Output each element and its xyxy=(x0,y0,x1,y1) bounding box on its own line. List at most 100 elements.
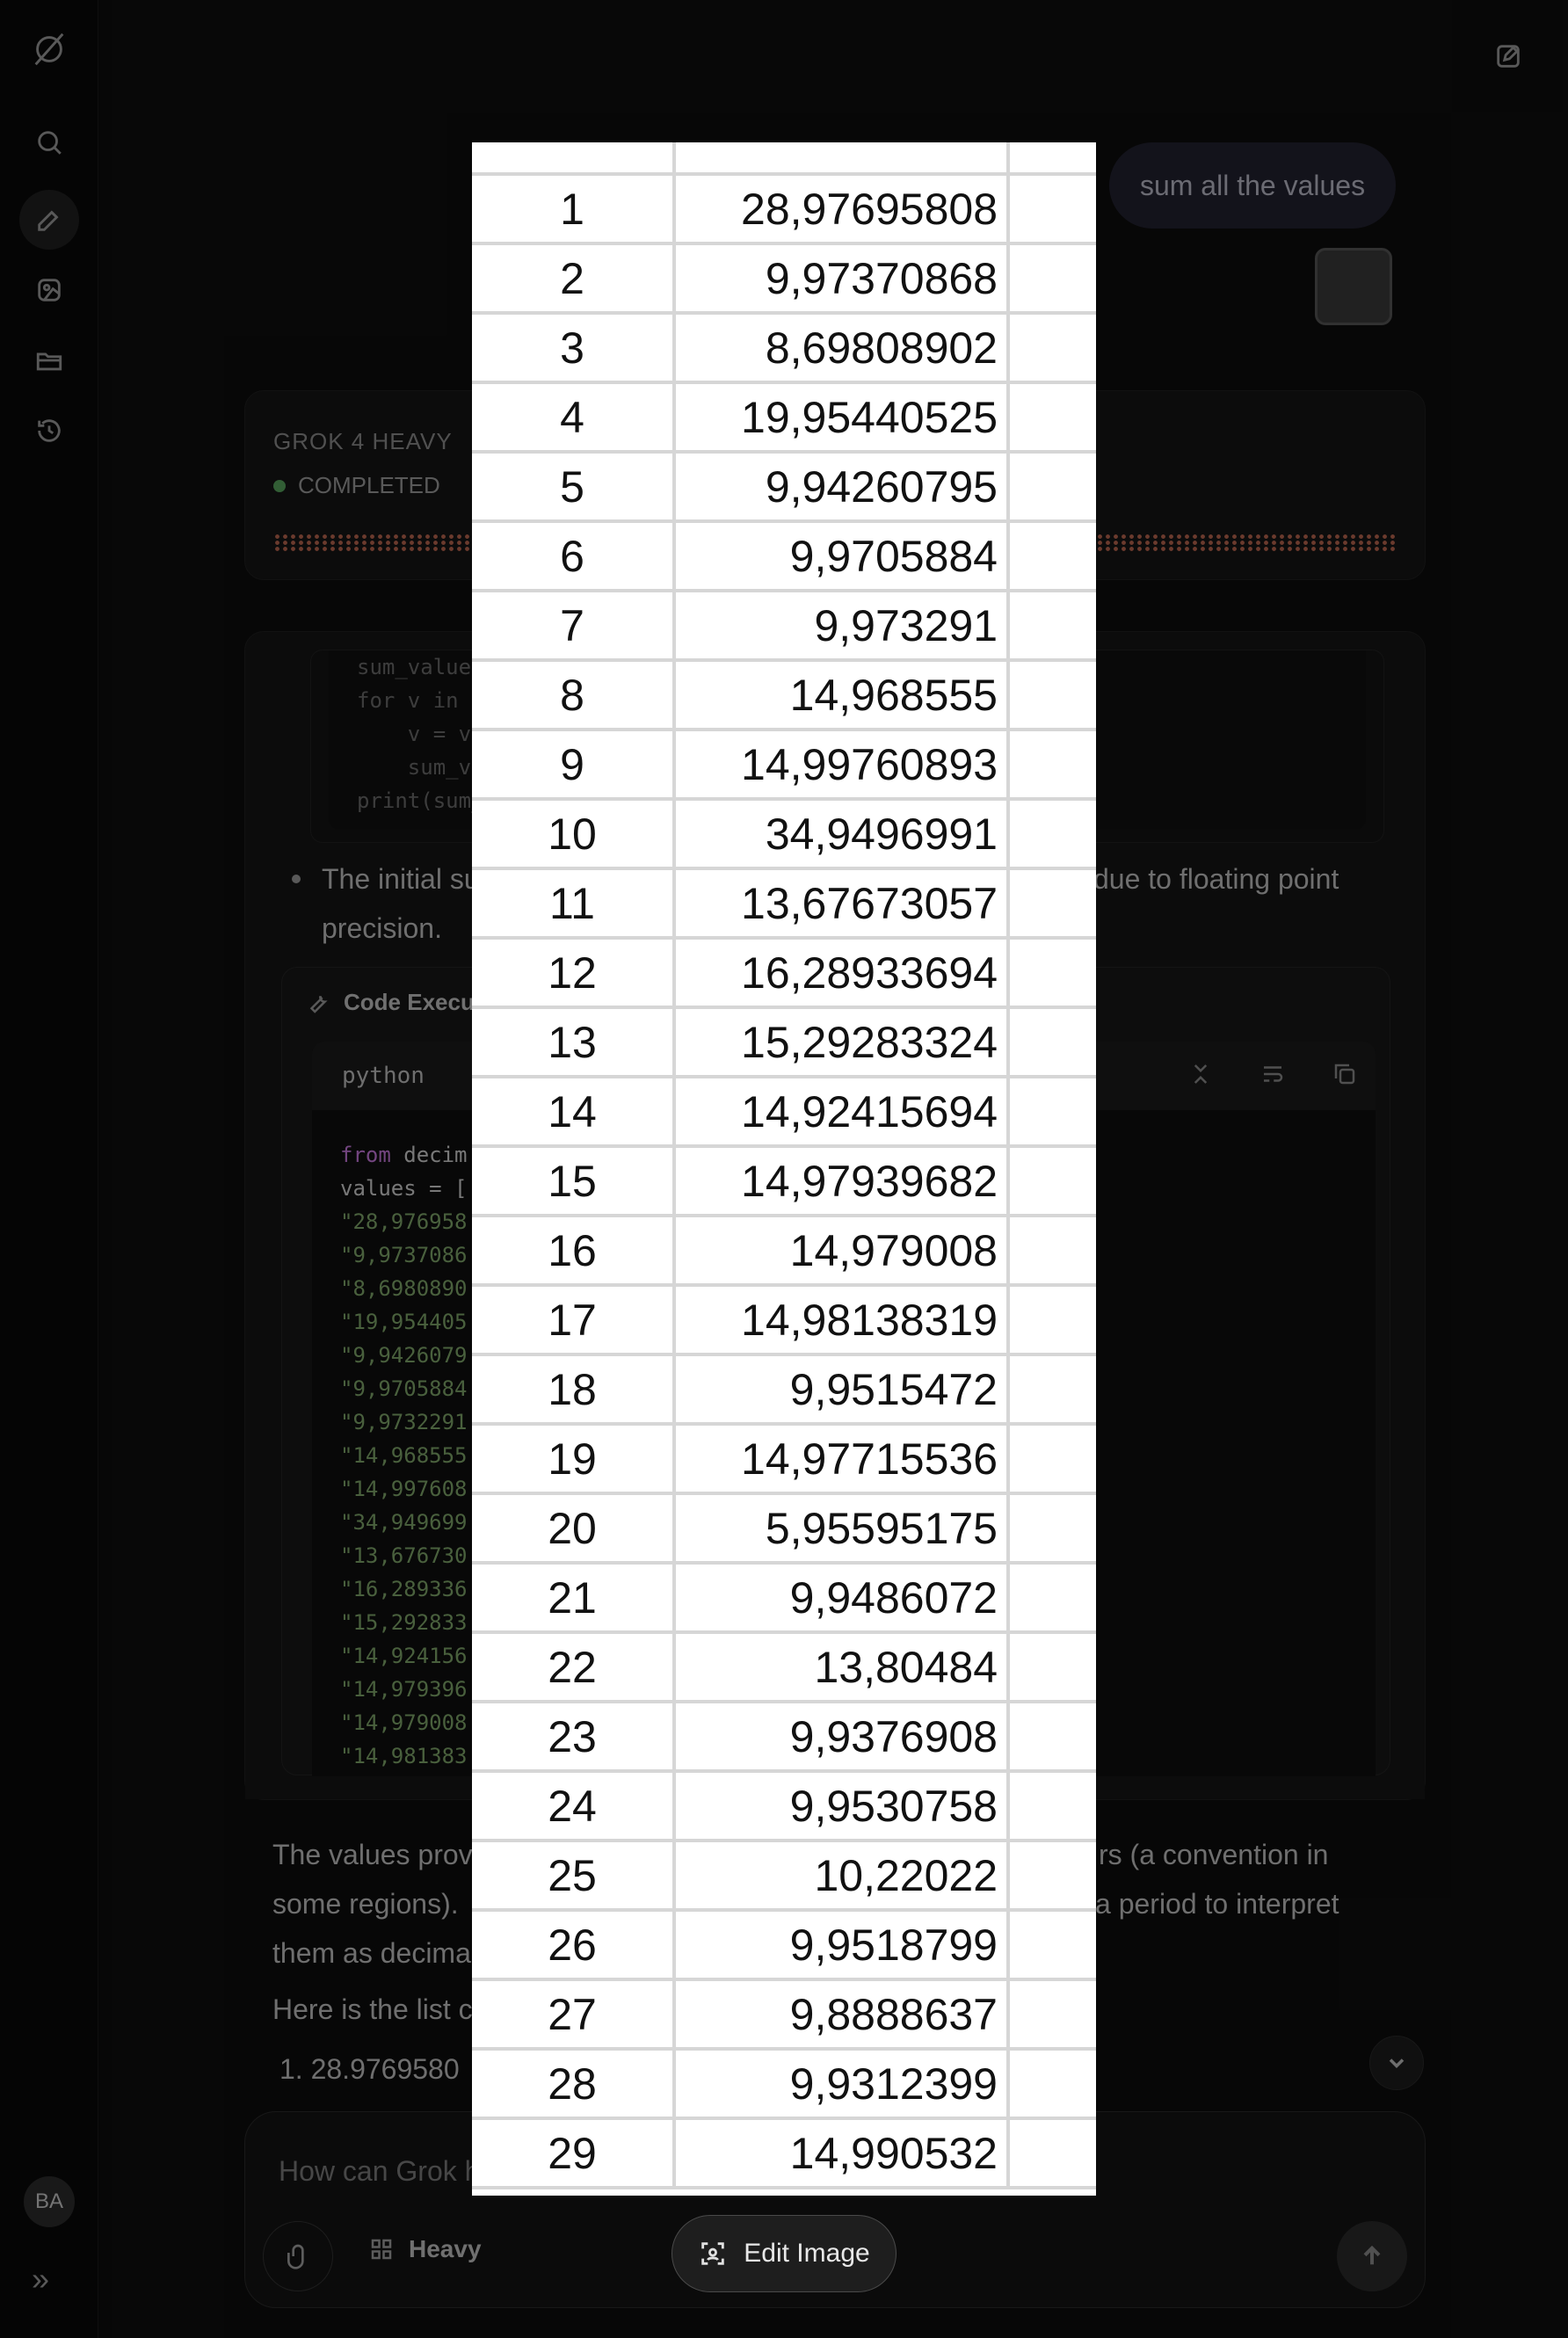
row-value-cell: 9,8888637 xyxy=(676,1981,1010,2047)
row-value-cell: 19,95440525 xyxy=(676,384,1010,450)
row-empty-cell xyxy=(1010,592,1096,658)
row-value-cell: 28,97695808 xyxy=(676,176,1010,242)
row-value-cell: 15,29283324 xyxy=(676,1009,1010,1075)
sheet-row: 13 15,29283324 xyxy=(472,1009,1096,1078)
sheet-row: 23 9,9376908 xyxy=(472,1703,1096,1773)
sheet-row: 16 14,979008 xyxy=(472,1217,1096,1287)
row-value-cell: 8,69808902 xyxy=(676,315,1010,381)
row-empty-cell xyxy=(1010,1842,1096,1908)
row-index-cell: 4 xyxy=(472,384,676,450)
row-value-cell: 9,97370868 xyxy=(676,245,1010,311)
row-value-cell: 9,973291 xyxy=(676,592,1010,658)
app-window: BA » sum all the values GROK 4 HEAVY COM… xyxy=(0,0,1568,2338)
row-empty-cell xyxy=(1010,1912,1096,1978)
row-index-cell: 15 xyxy=(472,1148,676,1214)
sheet-row: 21 9,9486072 xyxy=(472,1565,1096,1634)
image-preview: 1 28,97695808 2 9,97370868 3 8,69808902 4 19,95… xyxy=(472,142,1096,2196)
row-index-cell: 8 xyxy=(472,662,676,728)
row-empty-cell xyxy=(1010,940,1096,1006)
row-value-cell: 13,80484 xyxy=(676,1634,1010,1700)
row-value-cell: 9,9705884 xyxy=(676,523,1010,589)
row-index-cell: 19 xyxy=(472,1426,676,1492)
edit-image-label: Edit Image xyxy=(744,2239,870,2268)
row-empty-cell xyxy=(1010,662,1096,728)
row-empty-cell xyxy=(1010,315,1096,381)
sheet-row: 3 8,69808902 xyxy=(472,315,1096,384)
row-index-cell: 24 xyxy=(472,1773,676,1839)
sheet-header-row xyxy=(472,142,1096,176)
sheet-row: 28 9,9312399 xyxy=(472,2051,1096,2120)
row-index-cell: 13 xyxy=(472,1009,676,1075)
row-empty-cell xyxy=(1010,1565,1096,1630)
row-index-cell: 2 xyxy=(472,245,676,311)
sheet-row: 2 9,97370868 xyxy=(472,245,1096,315)
row-empty-cell xyxy=(1010,1773,1096,1839)
sheet-row: 18 9,9515472 xyxy=(472,1356,1096,1426)
sheet-row: 1 28,97695808 xyxy=(472,176,1096,245)
row-empty-cell xyxy=(1010,870,1096,936)
row-index-cell: 12 xyxy=(472,940,676,1006)
sheet-row: 29 14,990532 xyxy=(472,2120,1096,2189)
row-index-cell: 6 xyxy=(472,523,676,589)
row-value-cell: 9,9312399 xyxy=(676,2051,1010,2117)
sheet-row: 20 5,95595175 xyxy=(472,1495,1096,1565)
row-index-cell: 18 xyxy=(472,1356,676,1422)
row-empty-cell xyxy=(1010,454,1096,519)
row-index-cell: 27 xyxy=(472,1981,676,2047)
sheet-row: 12 16,28933694 xyxy=(472,940,1096,1009)
row-value-cell: 9,9530758 xyxy=(676,1773,1010,1839)
row-index-cell: 11 xyxy=(472,870,676,936)
row-value-cell: 14,968555 xyxy=(676,662,1010,728)
row-value-cell: 9,9376908 xyxy=(676,1703,1010,1769)
row-value-cell: 14,99760893 xyxy=(676,731,1010,797)
edit-image-icon xyxy=(701,2242,725,2265)
row-empty-cell xyxy=(1010,2120,1096,2186)
row-empty-cell xyxy=(1010,384,1096,450)
sheet-row: 22 13,80484 xyxy=(472,1634,1096,1703)
row-index-cell: 21 xyxy=(472,1565,676,1630)
row-empty-cell xyxy=(1010,1217,1096,1283)
row-empty-cell xyxy=(1010,1426,1096,1492)
row-index-cell: 10 xyxy=(472,801,676,867)
row-value-cell: 34,9496991 xyxy=(676,801,1010,867)
row-empty-cell xyxy=(1010,523,1096,589)
row-value-cell: 9,94260795 xyxy=(676,454,1010,519)
row-index-cell: 20 xyxy=(472,1495,676,1561)
sheet-header-cell xyxy=(472,142,676,172)
row-empty-cell xyxy=(1010,731,1096,797)
row-value-cell: 10,22022 xyxy=(676,1842,1010,1908)
row-empty-cell xyxy=(1010,1634,1096,1700)
row-index-cell: 1 xyxy=(472,176,676,242)
sheet-header-cell xyxy=(1010,142,1096,172)
sheet-row: 7 9,973291 xyxy=(472,592,1096,662)
row-index-cell: 23 xyxy=(472,1703,676,1769)
row-empty-cell xyxy=(1010,2051,1096,2117)
row-empty-cell xyxy=(1010,1356,1096,1422)
row-index-cell: 26 xyxy=(472,1912,676,1978)
sheet-row: 25 10,22022 xyxy=(472,1842,1096,1912)
sheet-header-cell xyxy=(676,142,1010,172)
row-index-cell: 7 xyxy=(472,592,676,658)
sheet-row: 4 19,95440525 xyxy=(472,384,1096,454)
sheet-row: 14 14,92415694 xyxy=(472,1078,1096,1148)
sheet-row: 8 14,968555 xyxy=(472,662,1096,731)
row-value-cell: 14,979008 xyxy=(676,1217,1010,1283)
row-value-cell: 9,9518799 xyxy=(676,1912,1010,1978)
edit-image-button[interactable]: Edit Image xyxy=(671,2215,897,2292)
sheet-row: 11 13,67673057 xyxy=(472,870,1096,940)
row-index-cell: 5 xyxy=(472,454,676,519)
row-index-cell: 3 xyxy=(472,315,676,381)
sheet-row: 24 9,9530758 xyxy=(472,1773,1096,1842)
row-empty-cell xyxy=(1010,176,1096,242)
row-empty-cell xyxy=(1010,1009,1096,1075)
row-empty-cell xyxy=(1010,245,1096,311)
row-index-cell: 28 xyxy=(472,2051,676,2117)
row-index-cell: 16 xyxy=(472,1217,676,1283)
row-value-cell: 14,97939682 xyxy=(676,1148,1010,1214)
row-empty-cell xyxy=(1010,1703,1096,1769)
sheet-row: 5 9,94260795 xyxy=(472,454,1096,523)
row-value-cell: 14,92415694 xyxy=(676,1078,1010,1144)
row-empty-cell xyxy=(1010,1148,1096,1214)
row-value-cell: 5,95595175 xyxy=(676,1495,1010,1561)
sheet-row: 10 34,9496991 xyxy=(472,801,1096,870)
